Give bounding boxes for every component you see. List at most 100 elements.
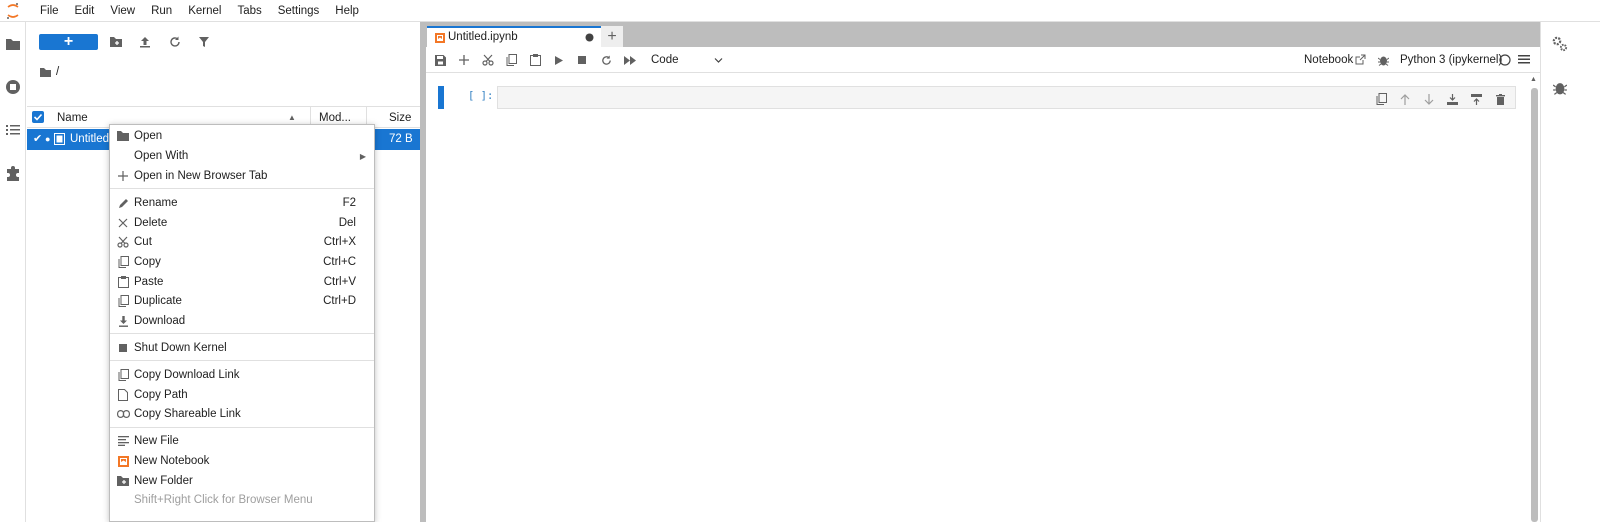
tab-bar: Untitled.ipynb + [426,22,1540,48]
folder-icon [116,129,130,143]
folder-icon[interactable] [4,35,22,53]
cell-prompt: [ ]: [468,90,494,102]
fast-forward-icon[interactable] [623,53,637,67]
upload-icon[interactable] [137,34,153,50]
run-icon[interactable] [552,53,566,67]
menu-item-copy[interactable]: Copy Ctrl+C [110,252,374,272]
tab-notebook[interactable]: Untitled.ipynb [427,26,603,48]
menu-item-duplicate[interactable]: Duplicate Ctrl+D [110,291,374,311]
add-tab-label: + [607,27,617,45]
menu-item-open[interactable]: Open [110,126,374,146]
breadcrumb-root[interactable]: / [56,66,59,78]
text-file-icon [116,434,130,448]
stop-icon[interactable] [575,53,589,67]
new-launcher-button[interactable]: + [39,33,98,50]
menu-help[interactable]: Help [327,0,367,22]
move-down-icon[interactable] [1422,92,1436,106]
restart-icon[interactable] [599,53,613,67]
notebook-icon [116,454,130,468]
unsaved-dot-icon[interactable] [585,33,594,42]
menu-item-open-new-tab[interactable]: Open in New Browser Tab [110,166,374,186]
insert-above-icon[interactable] [1445,92,1459,106]
table-of-contents-icon[interactable] [4,121,22,139]
menu-item-paste[interactable]: Paste Ctrl+V [110,272,374,292]
menu-item-copy-path[interactable]: Copy Path [110,385,374,405]
menu-file[interactable]: File [32,0,67,22]
paste-icon[interactable] [528,53,542,67]
menu-run[interactable]: Run [143,0,180,22]
menu-item-download[interactable]: Download [110,311,374,331]
cell-editor[interactable] [497,86,1516,109]
menu-item-open-with[interactable]: Open With ▶ [110,146,374,166]
move-up-icon[interactable] [1398,92,1412,106]
column-name[interactable]: Name [57,107,88,129]
open-in-notebook-link[interactable]: Notebook [1304,54,1353,66]
column-size[interactable]: Size [389,107,411,129]
edit-icon [116,196,130,210]
kernel-name[interactable]: Python 3 (ipykernel) [1400,54,1502,66]
menu-item-new-notebook[interactable]: New Notebook [110,451,374,471]
delete-cell-icon[interactable] [1493,92,1507,106]
select-all-checkbox[interactable] [32,111,44,123]
external-link-icon[interactable] [1355,54,1366,65]
checked-icon[interactable]: ✔ [33,129,42,150]
menu-item-new-file[interactable]: New File [110,431,374,451]
close-icon [116,216,130,230]
running-kernels-icon[interactable] [4,78,22,96]
menu-item-cut[interactable]: Cut Ctrl+X [110,232,374,252]
refresh-icon[interactable] [167,34,183,50]
right-sidebar [1540,22,1600,522]
save-icon[interactable] [433,53,447,67]
menu-item-copy-shareable-link[interactable]: Copy Shareable Link [110,404,374,424]
jupyter-logo-icon [0,0,26,22]
copy-icon [116,368,130,382]
cell-type-value: Code [651,54,679,66]
menu-item-delete[interactable]: Delete Del [110,213,374,233]
left-sidebar [0,22,26,522]
folder-icon[interactable] [39,67,52,78]
insert-below-icon[interactable] [1469,92,1483,106]
menu-item-copy-download-link[interactable]: Copy Download Link [110,365,374,385]
debugger-icon[interactable] [1553,80,1567,95]
add-icon [116,169,130,183]
link-icon [116,407,130,421]
menu-view[interactable]: View [102,0,143,22]
duplicate-cell-icon[interactable] [1374,92,1388,106]
code-cell[interactable]: [ ]: [438,84,1528,109]
bug-icon[interactable] [1378,54,1389,66]
paste-icon [116,275,130,289]
menu-item-new-folder[interactable]: New Folder [110,471,374,491]
notebook-scrollbar[interactable]: ▲ [1528,74,1540,522]
menu-item-shutdown-kernel[interactable]: Shut Down Kernel [110,338,374,358]
stop-icon [116,341,130,355]
kernel-status-idle-icon [1499,54,1511,66]
menu-tabs[interactable]: Tabs [229,0,269,22]
filter-icon[interactable] [196,34,212,50]
menu-item-browser-menu-hint: Shift+Right Click for Browser Menu [134,494,313,506]
add-cell-icon[interactable] [457,53,471,67]
menu-icon[interactable] [1518,54,1530,65]
menu-settings[interactable]: Settings [270,0,328,22]
menu-item-rename[interactable]: Rename F2 [110,193,374,213]
cell-collapser[interactable] [438,86,444,109]
add-tab-button[interactable]: + [601,26,623,47]
menu-kernel[interactable]: Kernel [180,0,229,22]
cut-icon[interactable] [481,53,495,67]
main-dock-area: Untitled.ipynb + Code Notebook Python 3 … [426,22,1540,522]
menu-edit[interactable]: Edit [67,0,103,22]
file-icon [116,388,130,402]
scroll-up-icon[interactable]: ▲ [1530,76,1537,83]
copy-icon[interactable] [504,53,518,67]
scroll-thumb[interactable] [1531,88,1538,522]
property-inspector-icon[interactable] [1552,36,1568,52]
cell-type-dropdown[interactable]: Code [651,52,723,69]
notebook-toolbar: Code Notebook Python 3 (ipykernel) [426,48,1540,73]
file-size: 72 B [389,133,413,145]
notebook-icon [54,133,65,145]
new-folder-icon[interactable] [108,34,124,50]
chevron-down-icon [714,52,723,69]
breadcrumb: / [39,62,59,82]
extension-icon[interactable] [4,165,22,183]
download-icon [116,314,130,328]
copy-icon [116,255,130,269]
